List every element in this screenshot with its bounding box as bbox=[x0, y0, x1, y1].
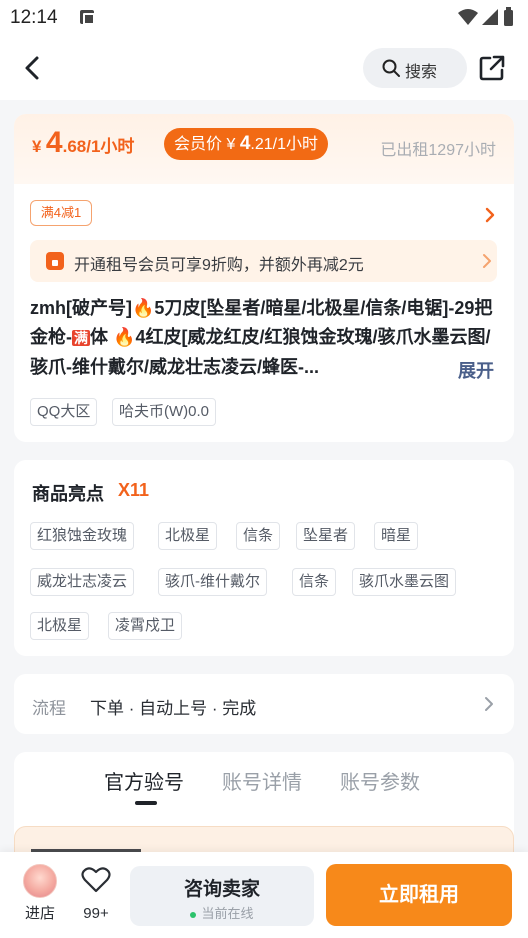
product-card: ¥ 4.68/1小时 会员价 ¥ 4.21/1小时 已出租1297小时 满4减1… bbox=[14, 114, 514, 442]
currency-tag: 哈夫币(W)0.0 bbox=[112, 398, 217, 426]
highlight-tag: 暗星 bbox=[374, 522, 419, 550]
listing-title: zmh[破产号]🔥5刀皮[坠星者/暗星/北极星/信条/电锯]-29把金枪- 满体 … bbox=[30, 298, 493, 377]
status-bar: 12:14 bbox=[0, 0, 528, 36]
vip-promo-text: 开通租号会员可享9折购，并额外再减2元 bbox=[74, 257, 364, 274]
highlight-tag: 凌霄戍卫 bbox=[108, 612, 183, 640]
chevron-right-icon bbox=[485, 697, 493, 711]
seller-online-status: 当前在线 bbox=[130, 903, 314, 922]
highlights-count: X11 bbox=[118, 480, 150, 500]
rented-hours: 已出租1297小时 bbox=[380, 142, 496, 159]
store-button[interactable]: 进店 bbox=[18, 864, 62, 923]
signal-icon bbox=[482, 9, 498, 25]
back-button[interactable] bbox=[18, 52, 48, 84]
search-button[interactable]: 搜索 bbox=[363, 48, 467, 88]
expand-button[interactable]: 展开 bbox=[458, 357, 494, 383]
hot-badge: 满 bbox=[72, 330, 90, 346]
chevron-right-icon bbox=[483, 254, 491, 268]
heart-icon bbox=[81, 867, 111, 893]
status-icons bbox=[456, 7, 516, 34]
rent-price: ¥ 4.68/1小时 bbox=[32, 126, 135, 159]
highlight-tag: 骇爪-维什戴尔 bbox=[158, 568, 267, 596]
coupon-badge[interactable]: 满4减1 bbox=[30, 200, 92, 226]
flow-steps: 下单 · 自动上号 · 完成 bbox=[90, 699, 257, 718]
favorite-button[interactable]: 99+ bbox=[78, 866, 114, 922]
vip-promo-banner[interactable]: 开通租号会员可享9折购，并额外再减2元 bbox=[30, 240, 497, 282]
rent-now-button[interactable]: 立即租用 bbox=[326, 864, 512, 926]
vip-icon bbox=[46, 252, 64, 270]
tab-active-indicator bbox=[135, 801, 157, 805]
member-price-badge: 会员价 ¥ 4.21/1小时 bbox=[164, 128, 328, 160]
highlight-tag: 红狼蚀金玫瑰 bbox=[30, 522, 135, 550]
tab-account-params[interactable]: 账号参数 bbox=[340, 766, 420, 795]
consult-label: 咨询卖家 bbox=[183, 879, 260, 900]
region-tag: QQ大区 bbox=[30, 398, 98, 426]
battery-icon bbox=[504, 10, 513, 26]
favorite-count: 99+ bbox=[83, 905, 109, 922]
flow-label: 流程 bbox=[32, 699, 66, 718]
flow-row[interactable]: 流程 下单 · 自动上号 · 完成 bbox=[14, 674, 514, 734]
consult-seller-button[interactable]: 咨询卖家 当前在线 bbox=[130, 866, 314, 926]
tab-account-details[interactable]: 账号详情 bbox=[222, 766, 302, 795]
detail-tabs: 官方验号 账号详情 账号参数 bbox=[14, 752, 514, 866]
highlight-tag: 北极星 bbox=[158, 522, 218, 550]
price-band: ¥ 4.68/1小时 会员价 ¥ 4.21/1小时 已出租1297小时 bbox=[14, 114, 514, 184]
fire-icon: 🔥 bbox=[113, 327, 136, 347]
highlight-tag: 信条 bbox=[292, 568, 337, 596]
highlight-tag: 骇爪水墨云图 bbox=[352, 568, 457, 596]
share-icon bbox=[479, 55, 505, 81]
notification-app-icon bbox=[80, 10, 95, 25]
online-dot-icon bbox=[190, 911, 197, 918]
highlights-card: 商品亮点 X11 红狼蚀金玫瑰 北极星 信条 坠星者 暗星 威龙壮志凌云 骇爪-… bbox=[14, 460, 514, 656]
wifi-icon bbox=[458, 9, 478, 25]
store-label: 进店 bbox=[24, 905, 55, 922]
highlight-tag: 信条 bbox=[236, 522, 281, 550]
bottom-action-bar: 进店 99+ 咨询卖家 当前在线 立即租用 bbox=[0, 852, 528, 938]
highlights-title: 商品亮点 bbox=[32, 484, 104, 504]
fire-icon: 🔥 bbox=[132, 298, 155, 318]
chevron-right-icon[interactable] bbox=[484, 206, 496, 224]
share-button[interactable] bbox=[478, 54, 506, 82]
highlight-tag: 坠星者 bbox=[296, 522, 356, 550]
search-icon bbox=[382, 59, 400, 77]
search-label: 搜索 bbox=[405, 64, 438, 81]
seller-avatar bbox=[23, 864, 57, 898]
highlight-tag: 北极星 bbox=[30, 612, 90, 640]
highlight-tag: 威龙壮志凌云 bbox=[30, 568, 135, 596]
top-nav: 搜索 bbox=[0, 36, 528, 100]
chevron-left-icon bbox=[25, 56, 39, 80]
status-time: 12:14 bbox=[10, 7, 58, 28]
tab-official-check[interactable]: 官方验号 bbox=[104, 766, 184, 795]
